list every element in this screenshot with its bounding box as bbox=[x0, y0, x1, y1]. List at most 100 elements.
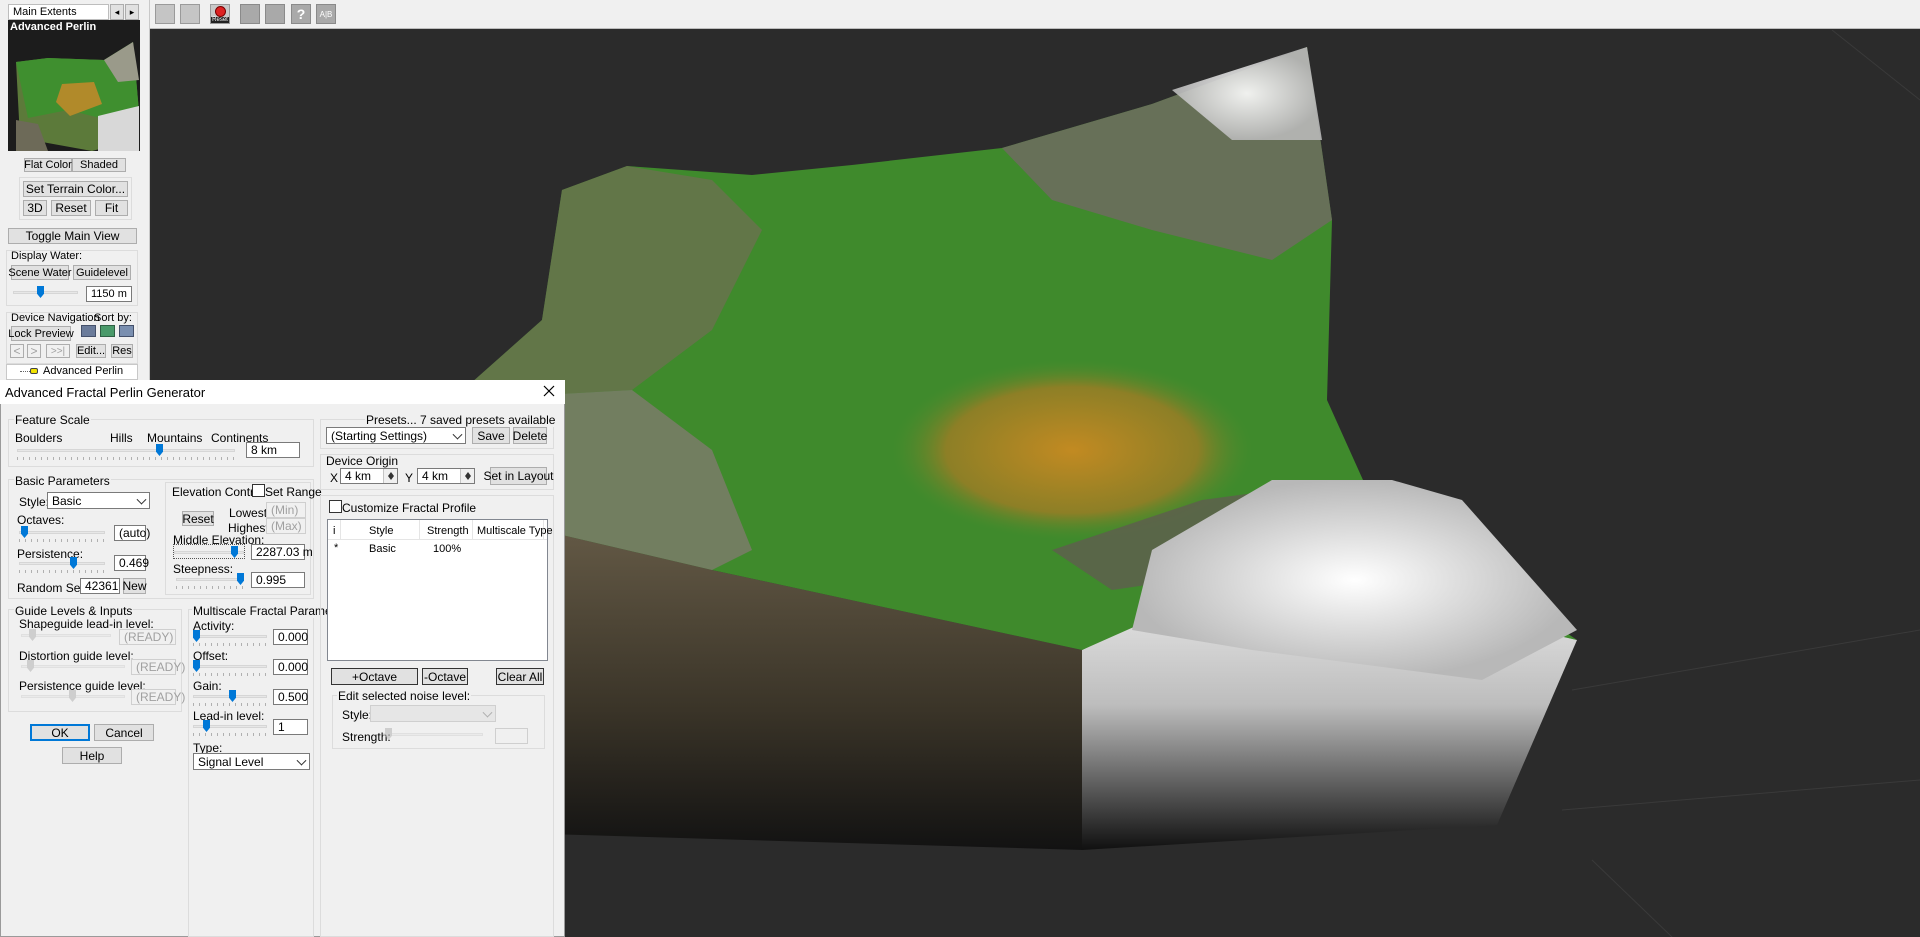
help-icon[interactable]: ? bbox=[291, 4, 311, 24]
feature-scale-label: Feature Scale bbox=[14, 413, 91, 427]
octaves-slider[interactable] bbox=[19, 525, 105, 542]
distortion-slider[interactable] bbox=[21, 659, 125, 673]
nav-last-button[interactable]: >>| bbox=[46, 344, 70, 358]
persistence-guide-input[interactable]: (READY) bbox=[131, 689, 185, 705]
lowest-input[interactable]: (Min) bbox=[266, 502, 306, 518]
sort-type-icon[interactable] bbox=[100, 325, 115, 337]
noise-strength-slider[interactable] bbox=[383, 727, 483, 741]
edit-noise-label: Edit selected noise level: bbox=[337, 689, 472, 703]
set-terrain-color-button[interactable]: Set Terrain Color... bbox=[23, 181, 128, 197]
presets-select[interactable]: (Starting Settings) bbox=[326, 427, 466, 444]
scene-water-button[interactable]: Scene Water bbox=[8, 265, 72, 280]
random-seed-value: 42361 bbox=[85, 579, 119, 593]
set-range-checkbox[interactable] bbox=[252, 484, 265, 497]
shapeguide-input[interactable]: (READY) bbox=[119, 629, 176, 645]
leadin-input[interactable]: 1 bbox=[273, 719, 308, 735]
set-in-layout-button[interactable]: Set in Layout bbox=[483, 467, 554, 485]
remove-octave-button[interactable]: -Octave bbox=[422, 668, 468, 685]
shapeguide-slider[interactable] bbox=[21, 628, 111, 642]
flat-color-button[interactable]: Flat Color bbox=[24, 158, 72, 172]
help-button[interactable]: Help bbox=[62, 747, 122, 764]
ok-button[interactable]: OK bbox=[30, 724, 90, 741]
extents-prev-button[interactable]: ◂ bbox=[110, 4, 124, 20]
reset-icon[interactable]: Reset bbox=[210, 4, 230, 24]
delete-preset-button[interactable]: Delete bbox=[513, 427, 547, 444]
customize-profile-label: Customize Fractal Profile bbox=[342, 501, 477, 515]
view-icon[interactable] bbox=[240, 4, 260, 24]
device-list-item[interactable]: Advanced Perlin bbox=[43, 365, 123, 377]
middle-elevation-slider[interactable] bbox=[173, 544, 245, 559]
sort-list-icon[interactable] bbox=[81, 325, 96, 337]
extents-next-button[interactable]: ▸ bbox=[125, 4, 139, 20]
origin-y-spinner[interactable] bbox=[460, 469, 474, 483]
activity-input[interactable]: 0.000 bbox=[273, 629, 308, 645]
persistence-guide-slider[interactable] bbox=[21, 689, 125, 703]
guidelevel-button[interactable]: Guidelevel bbox=[73, 265, 131, 280]
persistence-input[interactable]: 0.469 bbox=[114, 555, 149, 571]
view-reset-button[interactable]: Reset bbox=[51, 200, 91, 216]
terrain-preview[interactable]: Advanced Perlin bbox=[8, 20, 140, 151]
origin-x-input[interactable]: 4 km bbox=[340, 468, 398, 484]
set-range-label: Set Range bbox=[265, 485, 322, 499]
col-strength-header[interactable]: Strength bbox=[427, 525, 469, 537]
style-value: Basic bbox=[52, 493, 82, 508]
feature-scale-value: 8 km bbox=[251, 443, 278, 457]
close-icon[interactable] bbox=[541, 383, 557, 399]
extents-value: Main Extents bbox=[13, 6, 77, 18]
origin-x-spinner[interactable] bbox=[383, 469, 397, 483]
toggle-main-view-button[interactable]: Toggle Main View bbox=[8, 228, 137, 244]
gain-input[interactable]: 0.500 bbox=[273, 689, 308, 705]
style-select[interactable]: Basic bbox=[47, 492, 150, 509]
elevation-reset-button[interactable]: Reset bbox=[182, 511, 214, 526]
random-seed-input[interactable]: 42361 bbox=[80, 578, 120, 594]
water-level-input[interactable]: 1150 m bbox=[86, 286, 132, 302]
view-3d-button[interactable]: 3D bbox=[23, 200, 47, 216]
shaded-button[interactable]: Shaded bbox=[72, 158, 126, 172]
persistence-slider[interactable] bbox=[19, 556, 105, 573]
steepness-slider[interactable] bbox=[176, 572, 244, 589]
view-fit-button[interactable]: Fit bbox=[95, 200, 128, 216]
customize-profile-checkbox[interactable] bbox=[329, 500, 342, 513]
sort-grid-icon[interactable] bbox=[119, 325, 134, 337]
edit-button[interactable]: Edit... bbox=[76, 344, 106, 358]
shapeguide-value: (READY) bbox=[124, 630, 174, 644]
octaves-value: (auto) bbox=[119, 526, 151, 540]
noise-strength-input[interactable] bbox=[495, 728, 528, 744]
col-type-header[interactable]: Multiscale Type bbox=[477, 525, 553, 537]
col-index-header[interactable]: i bbox=[333, 525, 335, 537]
nav-prev-button[interactable]: < bbox=[10, 344, 24, 358]
octaves-input[interactable]: (auto) bbox=[114, 525, 150, 541]
header-divider bbox=[472, 520, 473, 540]
offset-input[interactable]: 0.000 bbox=[273, 659, 308, 675]
offset-slider[interactable] bbox=[193, 659, 267, 676]
cancel-button[interactable]: Cancel bbox=[94, 724, 154, 741]
type-value: Signal Level bbox=[198, 754, 264, 769]
lock-preview-button[interactable]: Lock Preview bbox=[8, 326, 74, 341]
new-seed-button[interactable]: New bbox=[123, 578, 147, 594]
highest-input[interactable]: (Max) bbox=[266, 518, 306, 534]
feature-scale-input[interactable]: 8 km bbox=[246, 442, 300, 458]
type-select[interactable]: Signal Level bbox=[193, 753, 310, 770]
layers-icon[interactable] bbox=[180, 4, 200, 24]
steepness-input[interactable]: 0.995 bbox=[251, 572, 305, 588]
render-icon[interactable] bbox=[265, 4, 285, 24]
feature-scale-slider[interactable] bbox=[17, 443, 235, 460]
res-button[interactable]: Res bbox=[111, 344, 133, 358]
middle-elevation-input[interactable]: 2287.03 m bbox=[251, 544, 313, 560]
water-level-slider[interactable] bbox=[13, 285, 78, 299]
origin-y-input[interactable]: 4 km bbox=[417, 468, 475, 484]
clear-all-button[interactable]: Clear All bbox=[496, 668, 544, 685]
nav-next-button[interactable]: > bbox=[27, 344, 41, 358]
add-octave-button[interactable]: +Octave bbox=[331, 668, 418, 685]
col-style-header[interactable]: Style bbox=[369, 525, 393, 537]
grid-icon[interactable] bbox=[155, 4, 175, 24]
text-icon[interactable]: A|B bbox=[316, 4, 336, 24]
leadin-slider[interactable] bbox=[193, 719, 267, 736]
activity-slider[interactable] bbox=[193, 629, 267, 646]
distortion-input[interactable]: (READY) bbox=[131, 659, 185, 675]
gain-slider[interactable] bbox=[193, 689, 267, 706]
save-preset-button[interactable]: Save bbox=[472, 427, 510, 444]
preview-title: Advanced Perlin bbox=[10, 21, 97, 33]
extents-select[interactable]: Main Extents bbox=[8, 4, 109, 20]
noise-style-select[interactable] bbox=[370, 705, 496, 722]
